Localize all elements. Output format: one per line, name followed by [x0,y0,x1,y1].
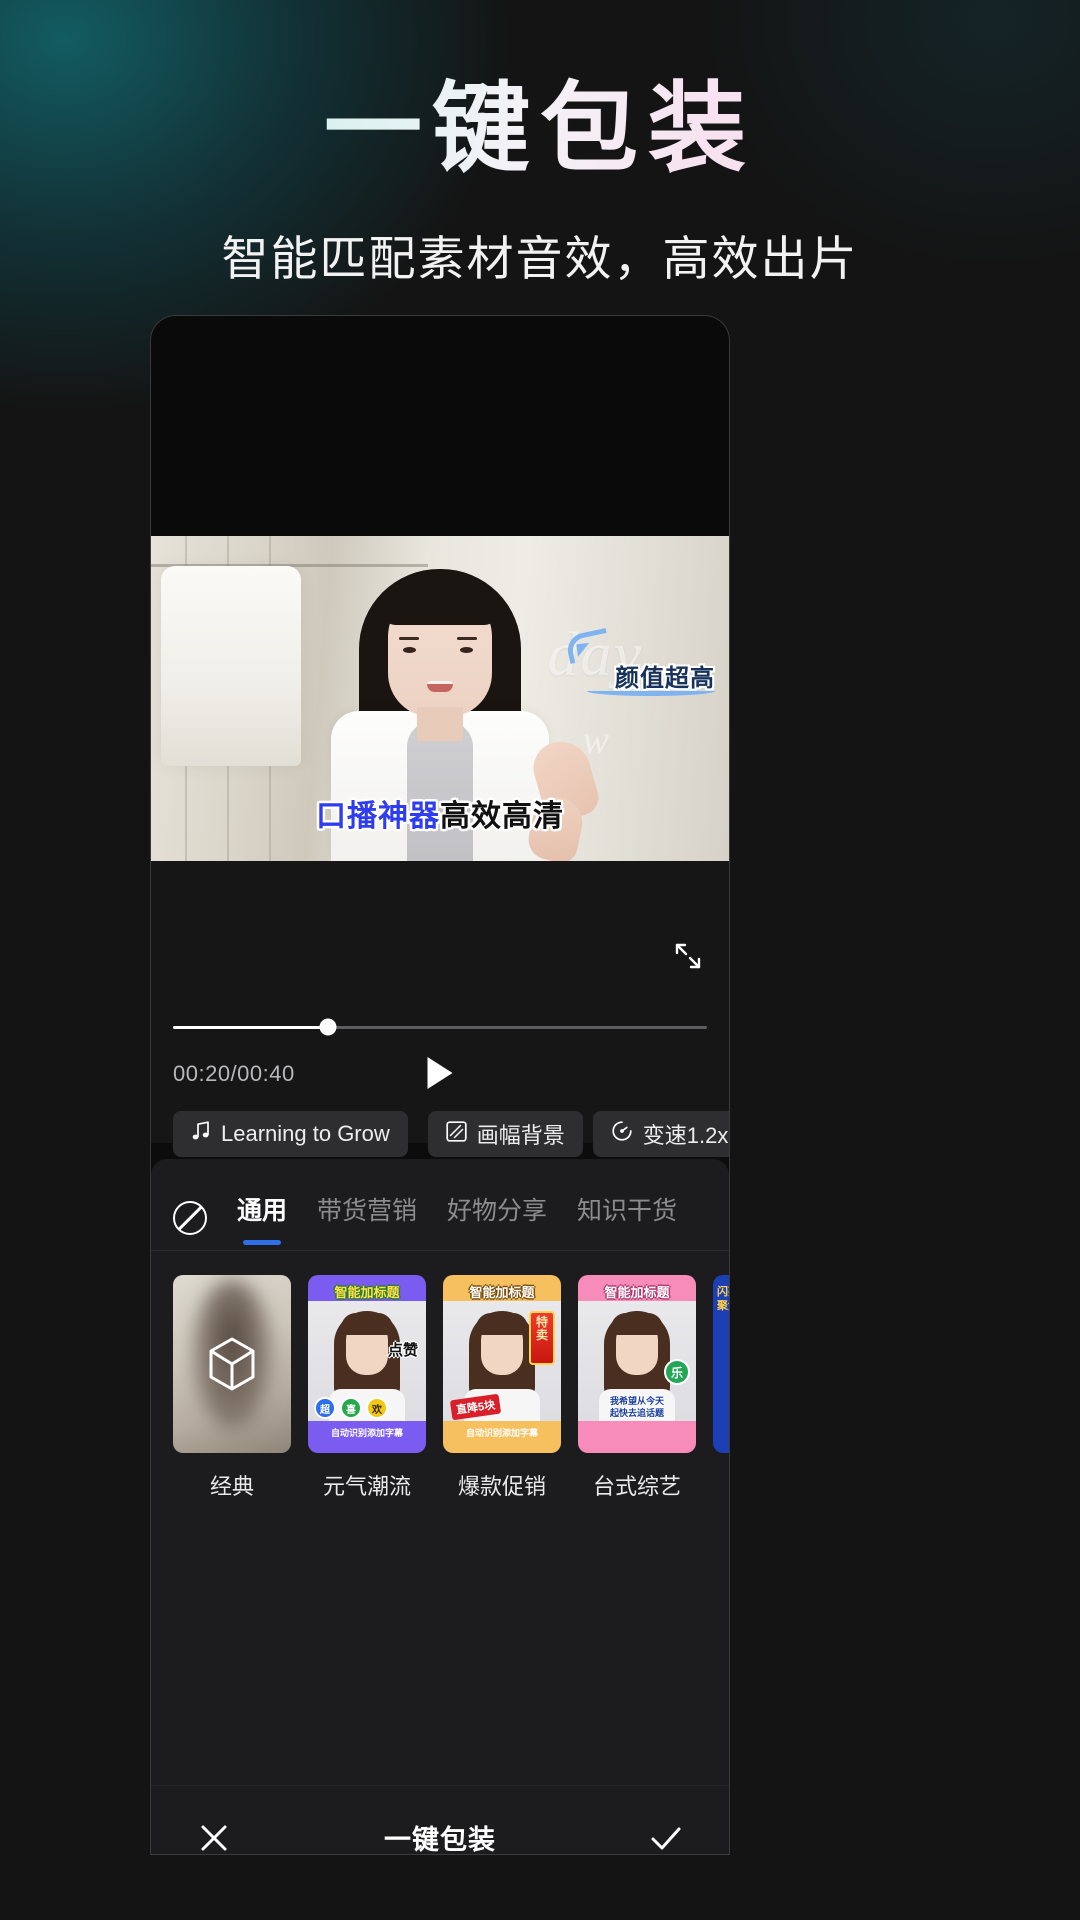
cube-icon [208,1337,256,1391]
template-thumbnail[interactable] [173,1275,291,1453]
template-thumbnail[interactable]: 智能加标题 点赞 超 喜 欢 自动识别添加字幕 [308,1275,426,1453]
page-subtitle: 智能匹配素材音效，高效出片 [221,231,859,285]
bottom-action-bar: 一键包装 [151,1785,729,1855]
template-thumbnail[interactable]: 智能加标题 特卖 直降5块 自动识别添加字幕 [443,1275,561,1453]
aspect-background-chip[interactable]: 画幅背景 [427,1111,583,1157]
music-chip-label: Learning to Grow [221,1121,390,1146]
template-caption: 自动识别添加字幕 [330,1428,403,1438]
tab-marketing[interactable]: 带货营销 [317,1191,417,1245]
template-item-variety[interactable]: 智能加标题 乐 我希望从今天 起快去追话题 台式综艺 [578,1275,696,1501]
aspect-background-chip-label: 画幅背景 [476,1123,565,1148]
template-caption: 自动识别添加字幕 [465,1428,538,1438]
hero-section: 一键包装 智能匹配素材音效，高效出片 [0,0,1080,289]
hair-fringe [476,1313,528,1335]
template-label: 经典 [209,1474,254,1499]
music-note-icon [191,1120,211,1148]
template-item-promo[interactable]: 智能加标题 特卖 直降5块 自动识别添加字幕 爆款促销 [443,1275,561,1501]
eyebrow [457,637,477,640]
speed-chip[interactable]: 变速1.2x [592,1111,729,1157]
like-sticker: 点赞 [387,1342,418,1359]
template-panel: 通用 带货营销 好物分享 知识干货 经典 智能加标题 点赞 超 喜 欢 自动识别… [151,1159,729,1855]
video-preview[interactable]: day w 颜值超高 口播神器高效高清 [151,536,729,861]
aspect-ratio-icon [446,1120,467,1148]
no-template-icon[interactable] [173,1200,207,1235]
template-top-title: 智能加标题 [604,1285,670,1300]
template-caption: 我希望从今天 起快去追话题 [609,1395,664,1418]
music-chip[interactable]: Learning to Grow [173,1111,408,1157]
template-top-title: 智能加标题 [469,1285,535,1300]
video-subtitle: 口播神器高效高清 [316,791,564,835]
progress-knob[interactable] [319,1018,337,1036]
template-item-classic[interactable]: 经典 [173,1275,291,1501]
play-icon[interactable] [427,1057,453,1089]
progress-track[interactable] [173,1018,707,1036]
close-icon[interactable] [191,1815,237,1855]
video-subtitle-normal: 高效高清 [440,800,564,833]
time-display: 00:20/00:40 [173,1061,295,1086]
hair-fringe [611,1313,663,1335]
speed-chip-label: 变速1.2x [642,1123,729,1148]
hanging-shirt [161,566,301,766]
check-icon[interactable] [643,1815,689,1855]
template-list[interactable]: 经典 智能加标题 点赞 超 喜 欢 自动识别添加字幕 元气潮流 智能加标题 特卖… [151,1251,729,1501]
template-item-trendy[interactable]: 智能加标题 点赞 超 喜 欢 自动识别添加字幕 元气潮流 [308,1275,426,1501]
template-item-partial[interactable]: 闪亮聚焦 [713,1275,729,1501]
neck [417,707,463,741]
badge-sticker: 喜 [340,1397,362,1419]
progress-bar[interactable] [173,1018,707,1036]
template-label: 台式综艺 [592,1474,681,1499]
badge-sticker: 超 [314,1397,336,1419]
time-row: 00:20/00:40 [173,1057,707,1089]
phone-mockup: day w 颜值超高 口播神器高效高清 00:20/00:40 Learning… [150,315,730,1855]
eye [403,647,416,653]
callout-underline [587,686,715,696]
progress-fill [173,1025,328,1029]
eye [460,647,473,653]
mouth [427,681,453,692]
preview-empty-area [151,316,729,536]
template-label: 元气潮流 [322,1474,411,1499]
speed-gauge-icon [611,1120,633,1148]
video-subtitle-highlight: 口播神器 [316,800,440,833]
hair-fringe [341,1313,393,1335]
hair-fringe [380,579,500,625]
tab-knowledge[interactable]: 知识干货 [577,1191,677,1245]
template-thumbnail[interactable]: 智能加标题 乐 我希望从今天 起快去追话题 [578,1275,696,1453]
template-top-title: 智能加标题 [334,1285,400,1300]
template-side-text: 闪亮聚焦 [717,1286,729,1313]
sale-sticker: 特卖 [529,1311,555,1365]
expand-icon[interactable] [671,939,705,973]
player-controls: 00:20/00:40 Learning to Grow 画幅背景 变速1.2x [151,861,729,1157]
badge-sticker: 欢 [366,1397,388,1419]
eyebrow [399,637,419,640]
tool-chips-row: Learning to Grow 画幅背景 变速1.2x [173,1111,729,1157]
template-thumbnail[interactable]: 闪亮聚焦 [713,1275,729,1453]
page-title: 一键包装 [0,73,1080,184]
category-tabs: 通用 带货营销 好物分享 知识干货 [151,1159,729,1251]
tab-general[interactable]: 通用 [237,1191,287,1245]
badge-sticker: 乐 [664,1359,690,1385]
tab-goods[interactable]: 好物分享 [447,1191,547,1245]
template-label: 爆款促销 [457,1474,546,1499]
